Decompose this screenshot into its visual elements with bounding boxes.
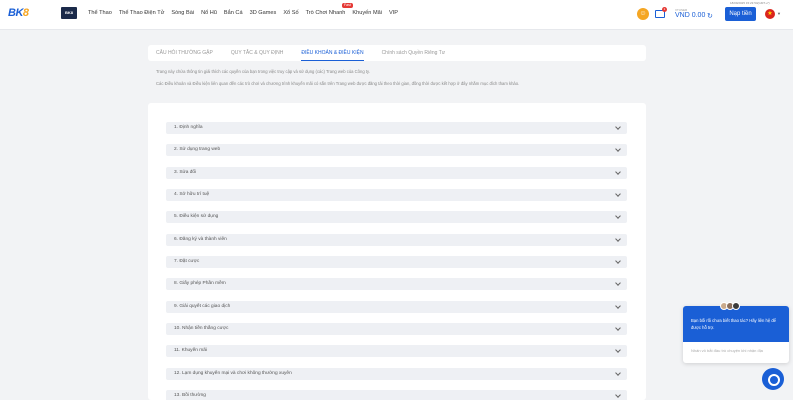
- nav-slots[interactable]: Nổ Hũ: [201, 10, 217, 16]
- user-avatar-icon[interactable]: ☺: [637, 8, 649, 20]
- deposit-button[interactable]: Nạp tiền: [725, 7, 756, 21]
- chevron-down-icon: [615, 169, 621, 175]
- chat-widget[interactable]: Bạn bối rối chưa biết thao tác? Hãy liên…: [683, 306, 789, 363]
- chevron-down-icon: [615, 191, 621, 197]
- accordion-item[interactable]: 6. Đăng ký và thành viên: [166, 234, 627, 246]
- nav-3d-games[interactable]: 3D Games: [250, 10, 277, 16]
- datetime-display: 18/09/2025 15:23:54(GMT+7): [730, 1, 770, 5]
- top-navigation-bar: BK8 BK8 Thể Thao Thể Thao Điện Tử Sòng B…: [0, 0, 793, 30]
- vietnam-flag-icon[interactable]: ★: [765, 9, 775, 19]
- accordion-item[interactable]: 3. Sửa đổi: [166, 167, 627, 179]
- intro-paragraph-1: Trang này chứa thông tin giải thích các …: [156, 69, 370, 74]
- nav-esports[interactable]: Thể Thao Điện Tử: [119, 10, 165, 16]
- refresh-icon[interactable]: ↻: [707, 12, 713, 20]
- chat-input[interactable]: Nhấn vô bắt đầu trò chuyện khi nhận địa: [691, 348, 763, 353]
- chevron-down-icon: [615, 392, 621, 398]
- nav-promotions[interactable]: Khuyến Mãi: [352, 10, 382, 16]
- chevron-down-icon: [615, 258, 621, 264]
- chevron-down-icon: [615, 347, 621, 353]
- accordion-item[interactable]: 7. Đặt cược: [166, 256, 627, 268]
- chevron-down-icon[interactable]: ▼: [777, 11, 781, 16]
- chevron-down-icon: [615, 124, 621, 130]
- support-agents-avatars: [720, 302, 740, 310]
- partner-logo[interactable]: BK8: [61, 7, 77, 19]
- chevron-down-icon: [615, 370, 621, 376]
- chat-message: Bạn bối rối chưa biết thao tác? Hãy liên…: [691, 318, 776, 330]
- tab-privacy[interactable]: Chính sách Quyền Riêng Tư: [382, 45, 446, 61]
- chevron-down-icon: [615, 213, 621, 219]
- tab-rules[interactable]: QUY TẮC & QUY ĐỊNH: [231, 45, 284, 61]
- accordion-item[interactable]: 10. Nhận tiền thắng cược: [166, 323, 627, 335]
- accordion-item[interactable]: 5. Điều kiện sử dụng: [166, 211, 627, 223]
- accordion-item[interactable]: 4. Sở hữu trí tuệ: [166, 189, 627, 201]
- nav-lottery[interactable]: Xổ Số: [283, 10, 298, 16]
- chevron-down-icon: [615, 280, 621, 286]
- accordion-item[interactable]: 11. Khuyến mãi: [166, 345, 627, 357]
- chevron-down-icon: [615, 325, 621, 331]
- tab-terms[interactable]: ĐIỀU KHOẢN & ĐIỀU KIỆN: [301, 45, 364, 61]
- nav-sports[interactable]: Thể Thao: [88, 10, 112, 16]
- chat-bubble-icon[interactable]: [762, 368, 784, 390]
- nav-fishing[interactable]: Bắn Cá: [224, 10, 243, 16]
- nav-vip[interactable]: VIP: [389, 10, 398, 16]
- nav-quick-games[interactable]: Trò Chơi Nhanh: [306, 10, 346, 16]
- balance: VND 0.00: [675, 12, 706, 19]
- nav-casino[interactable]: Sòng Bài: [171, 10, 194, 16]
- tabs-bar: CÂU HỎI THƯỜNG GẶP QUY TẮC & QUY ĐỊNH ĐI…: [148, 45, 646, 61]
- bk8-logo[interactable]: BK8: [8, 7, 29, 19]
- fast-badge: Fast: [342, 3, 353, 8]
- chevron-down-icon: [615, 146, 621, 152]
- tab-faq[interactable]: CÂU HỎI THƯỜNG GẶP: [156, 45, 213, 61]
- accordion-item[interactable]: 2. Sử dụng trang web: [166, 144, 627, 156]
- main-nav: Thể Thao Thể Thao Điện Tử Sòng Bài Nổ Hũ…: [88, 10, 398, 16]
- accordion-item[interactable]: 8. Giấy phép Phần mềm: [166, 278, 627, 290]
- accordion-item[interactable]: 13. Bồi thường: [166, 390, 627, 400]
- mail-count-badge: 1: [662, 7, 667, 12]
- accordion-item[interactable]: 9. Giải quyết các giao dịch: [166, 301, 627, 313]
- chevron-down-icon: [615, 303, 621, 309]
- chevron-down-icon: [615, 236, 621, 242]
- accordion-item[interactable]: 12. Lạm dụng khuyến mại và chơi không th…: [166, 368, 627, 380]
- intro-paragraph-2: Các Điều khoản và Điều kiện liên quan đế…: [156, 81, 520, 86]
- accordion-item[interactable]: 1. Định nghĩa: [166, 122, 627, 134]
- agent-avatar: [732, 302, 740, 310]
